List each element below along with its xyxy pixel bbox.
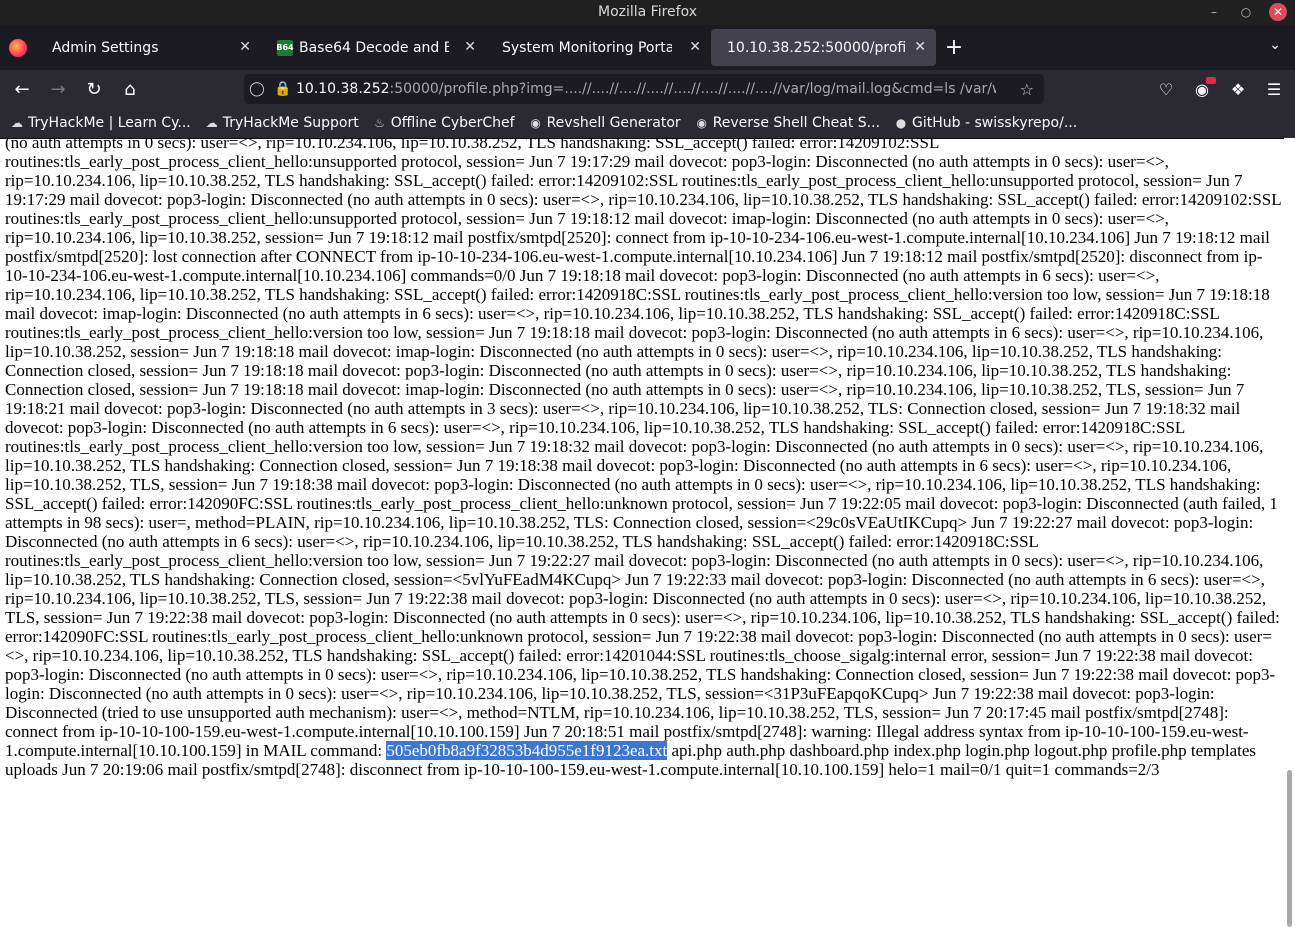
home-icon[interactable]: ⌂ [112, 73, 148, 105]
tab-label: Admin Settings [52, 39, 159, 56]
tab-label: 10.10.38.252:50000/profile.php [727, 39, 907, 56]
bookmark-label: Reverse Shell Cheat S... [712, 115, 881, 131]
scrollbar-thumb[interactable] [1287, 770, 1292, 927]
pocket-icon[interactable]: ♡ [1155, 74, 1177, 104]
tab-label: System Monitoring Portal [502, 39, 672, 56]
url-path: :50000/profile.php?img=....//....//..../… [389, 81, 996, 97]
url-text[interactable]: 10.10.38.252:50000/profile.php?img=..../… [296, 81, 996, 97]
firefox-menu[interactable] [0, 25, 36, 70]
mail-log-output: (no auth attempts in 0 secs): user=<>, r… [5, 138, 1283, 779]
extensions-puzzle-icon[interactable]: ❖ [1227, 74, 1249, 104]
minimize-icon[interactable]: – [1205, 3, 1223, 21]
bookmark-label: Revshell Generator [546, 115, 681, 131]
window-title: Mozilla Firefox [597, 4, 698, 20]
bookmark-label: TryHackMe Support [222, 115, 359, 131]
tab-profile[interactable]: 10.10.38.252:50000/profile.php ✕ [711, 29, 936, 66]
window-titlebar: Mozilla Firefox – ○ ✕ [0, 0, 1295, 25]
maximize-icon[interactable]: ○ [1237, 3, 1255, 21]
tab-admin-settings[interactable]: Admin Settings ✕ [36, 29, 261, 66]
tab-system-monitoring[interactable]: System Monitoring Portal ✕ [486, 29, 711, 66]
log-text-before: (no auth attempts in 0 secs): user=<>, r… [5, 138, 1281, 760]
tab-close-icon[interactable]: ✕ [464, 39, 476, 55]
tab-strip: Admin Settings ✕ B64 Base64 Decode and E… [0, 25, 1295, 70]
chevron-down-icon[interactable]: ⌄ [1269, 37, 1281, 53]
extension-badge [1206, 77, 1216, 84]
url-bar[interactable]: ◯ 🔒 10.10.38.252:50000/profile.php?img=.… [244, 74, 1044, 104]
firefox-logo-icon [9, 38, 27, 57]
selected-filename[interactable]: 505eb0fb8a9f32853b4d955e1f9123ea.txt [386, 741, 668, 760]
bookmark-label: Offline CyberChef [390, 115, 515, 131]
tab-label: Base64 Decode and Encode [299, 39, 449, 56]
window-controls: – ○ ✕ [1205, 3, 1287, 21]
close-window-icon[interactable]: ✕ [1269, 3, 1287, 21]
extension-icon[interactable]: ◉ [1191, 74, 1216, 104]
bookmark-revshell[interactable]: ◉ Revshell Generator [529, 115, 681, 131]
hamburger-menu-icon[interactable]: ☰ [1263, 74, 1285, 104]
shield-icon[interactable]: ◯ [244, 81, 270, 97]
forward-arrow-icon[interactable]: → [40, 73, 76, 105]
thm-icon: ☁ [11, 116, 23, 130]
globe-icon: ◉ [696, 116, 707, 130]
bookmark-label: TryHackMe | Learn Cy... [28, 115, 191, 131]
globe-icon: ◉ [530, 116, 541, 130]
tab-close-icon[interactable]: ✕ [914, 39, 926, 55]
base64-favicon-icon: B64 [276, 39, 294, 56]
back-arrow-icon[interactable]: ← [4, 73, 40, 105]
github-icon: ● [895, 116, 907, 130]
lock-icon[interactable]: 🔒 [270, 81, 296, 97]
bookmark-tryhackme[interactable]: ☁ TryHackMe | Learn Cy... [10, 115, 191, 131]
tab-close-icon[interactable]: ✕ [239, 39, 251, 55]
bookmark-star-icon[interactable]: ☆ [1020, 80, 1034, 99]
url-host: 10.10.38.252 [296, 81, 390, 97]
toolbar-right: ♡ ◉ ❖ ☰ [1155, 74, 1285, 104]
new-tab-button[interactable]: + [936, 25, 972, 70]
bookmark-tryhackme-support[interactable]: ☁ TryHackMe Support [205, 115, 359, 131]
page-content: (no auth attempts in 0 secs): user=<>, r… [0, 138, 1284, 927]
bookmark-label: GitHub - swisskyrepo/... [912, 115, 1078, 131]
thm-icon: ☁ [205, 116, 218, 130]
tab-close-icon[interactable]: ✕ [689, 39, 701, 55]
bookmark-github[interactable]: ● GitHub - swisskyrepo/... [894, 115, 1077, 131]
chef-icon: ♨ [374, 116, 386, 130]
vertical-scrollbar[interactable] [1284, 138, 1295, 927]
bookmarks-toolbar: ☁ TryHackMe | Learn Cy... ☁ TryHackMe Supp… [0, 108, 1295, 139]
bookmark-reverse-shell-cheat[interactable]: ◉ Reverse Shell Cheat S... [695, 115, 880, 131]
reload-icon[interactable]: ↻ [76, 73, 112, 105]
bookmark-cyberchef[interactable]: ♨ Offline CyberChef [373, 115, 515, 131]
tab-base64[interactable]: B64 Base64 Decode and Encode ✕ [261, 29, 486, 66]
navigation-toolbar: ← → ↻ ⌂ ◯ 🔒 10.10.38.252:50000/profile.p… [0, 70, 1295, 108]
